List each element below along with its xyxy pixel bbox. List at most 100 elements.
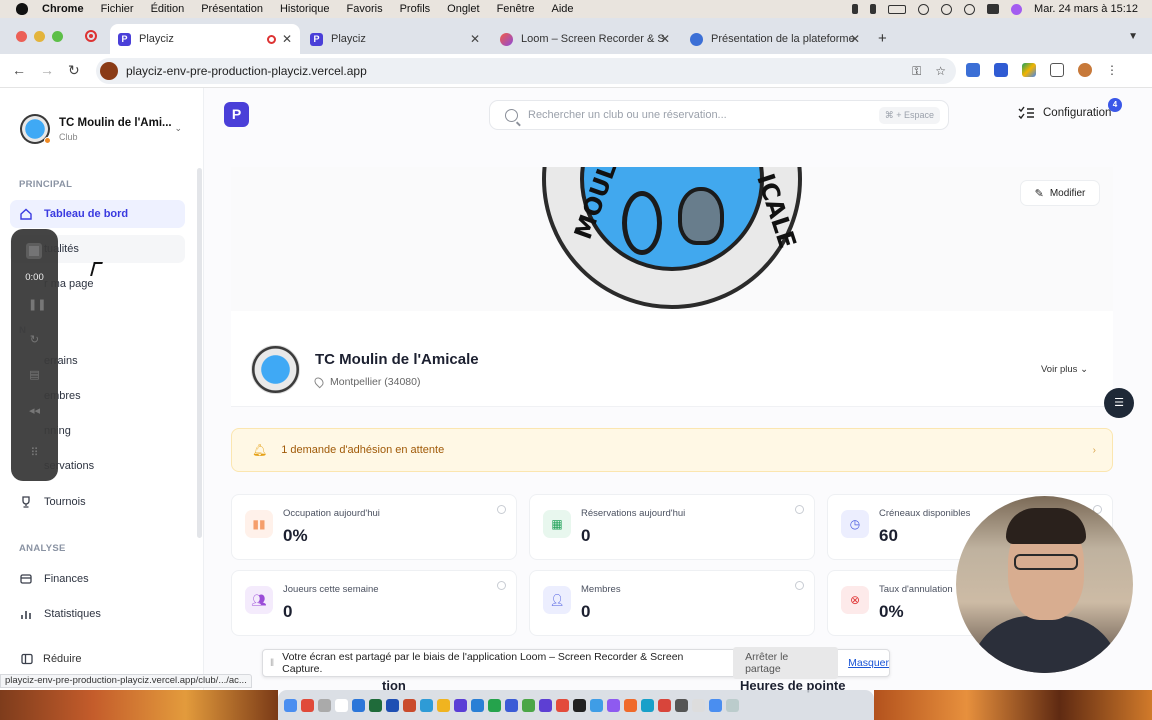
info-icon[interactable]: [795, 505, 804, 514]
control-center-icon[interactable]: [987, 4, 1000, 14]
search-input[interactable]: Rechercher un club ou une réservation...…: [489, 100, 949, 130]
battery-icon[interactable]: [888, 4, 907, 14]
tab-playciz-active[interactable]: P Playciz ✕: [110, 24, 300, 54]
notes-icon[interactable]: [437, 698, 450, 712]
finder-icon[interactable]: [284, 698, 297, 712]
membership-request-alert[interactable]: 🔔︎ 1 demande d'adhésion en attente ›: [231, 428, 1113, 472]
sidebar-item-dashboard[interactable]: Tableau de bord: [10, 200, 185, 228]
menu-app-chrome[interactable]: Chrome: [42, 3, 84, 15]
filter-fab-button[interactable]: ☰: [1104, 388, 1134, 418]
menu-onglet[interactable]: Onglet: [447, 3, 479, 15]
back-arrow-icon[interactable]: ←: [12, 62, 26, 78]
address-bar[interactable]: playciz-env-pre-production-playciz.verce…: [96, 58, 956, 84]
stat-card-occupation[interactable]: ▮▮ Occupation aujourd'hui 0%: [231, 494, 517, 560]
app-icon[interactable]: [573, 698, 586, 712]
delete-icon[interactable]: ▤: [28, 369, 41, 382]
calendar-app-icon[interactable]: [335, 698, 348, 712]
menu-fenetre[interactable]: Fenêtre: [497, 3, 535, 15]
site-info-icon[interactable]: [100, 62, 118, 80]
bitwarden-icon[interactable]: [994, 63, 1008, 77]
new-tab-plus-icon[interactable]: +: [878, 30, 887, 47]
bluetooth-icon[interactable]: [870, 4, 877, 14]
word-icon[interactable]: [386, 698, 399, 712]
tab-loom[interactable]: Loom – Screen Recorder & S ✕: [492, 24, 678, 54]
profile-avatar[interactable]: [1078, 63, 1092, 77]
hide-notice-link[interactable]: Masquer: [848, 657, 889, 669]
folder-icon[interactable]: [709, 698, 722, 712]
tab-close-icon[interactable]: ✕: [660, 32, 670, 46]
sidebar-item-finances[interactable]: Finances: [10, 565, 185, 593]
collapse-arrows-icon[interactable]: ◂◂: [28, 405, 41, 418]
window-minimize-button[interactable]: [34, 31, 45, 42]
menu-presentation[interactable]: Présentation: [201, 3, 263, 15]
app-icon[interactable]: [692, 698, 705, 712]
powerpoint-icon[interactable]: [403, 698, 416, 712]
window-close-button[interactable]: [16, 31, 27, 42]
sidebar-item-statistics[interactable]: Statistiques: [10, 600, 185, 628]
window-zoom-button[interactable]: [52, 31, 63, 42]
password-key-icon[interactable]: ⚿: [912, 64, 921, 79]
collapse-sidebar-button[interactable]: Réduire: [20, 652, 82, 666]
apple-icon[interactable]: [16, 3, 28, 15]
tab-close-icon[interactable]: ✕: [282, 32, 292, 46]
address-url[interactable]: playciz-env-pre-production-playciz.verce…: [126, 64, 367, 78]
menu-fichier[interactable]: Fichier: [101, 3, 134, 15]
stat-card-players[interactable]: 👥︎ Joueurs cette semaine 0: [231, 570, 517, 636]
loom-stop-button[interactable]: [26, 243, 42, 259]
trash-icon[interactable]: [726, 698, 739, 712]
restart-icon[interactable]: ↻: [28, 334, 41, 347]
app-icon[interactable]: [539, 698, 552, 712]
clock-text[interactable]: Mar. 24 mars à 15:12: [1034, 3, 1138, 15]
info-icon[interactable]: [497, 581, 506, 590]
microphone-icon[interactable]: [852, 4, 859, 14]
app-icon[interactable]: [658, 698, 671, 712]
menu-edition[interactable]: Édition: [151, 3, 185, 15]
reload-icon[interactable]: ↻: [68, 62, 80, 79]
webcam-bubble[interactable]: [956, 496, 1133, 673]
sidebar-item-tournaments[interactable]: Tournois: [10, 488, 185, 516]
vscode-icon[interactable]: [471, 698, 484, 712]
settings-icon[interactable]: [318, 698, 331, 712]
whatsapp-icon[interactable]: [488, 698, 501, 712]
user-switch-icon[interactable]: [941, 3, 953, 15]
siri-icon[interactable]: [1011, 3, 1023, 15]
drag-grip-icon[interactable]: ‖: [270, 658, 274, 669]
stat-card-reservations[interactable]: ▦ Réservations aujourd'hui 0: [529, 494, 815, 560]
menu-favoris[interactable]: Favoris: [347, 3, 383, 15]
app-icon[interactable]: [641, 698, 654, 712]
app-icon[interactable]: [675, 698, 688, 712]
info-icon[interactable]: [497, 505, 506, 514]
forward-arrow-icon[interactable]: →: [40, 62, 54, 78]
mail-icon[interactable]: [352, 698, 365, 712]
pause-icon[interactable]: ❚❚: [28, 299, 46, 312]
tab-close-icon[interactable]: ✕: [470, 32, 480, 46]
sidebar-scrollbar[interactable]: [197, 168, 202, 538]
excel-icon[interactable]: [369, 698, 382, 712]
drag-handle-icon[interactable]: ⠿: [28, 447, 41, 460]
app-icon[interactable]: [590, 698, 603, 712]
info-icon[interactable]: [795, 581, 804, 590]
bookmark-star-icon[interactable]: ☆: [935, 64, 946, 79]
app-icon[interactable]: [624, 698, 637, 712]
stop-sharing-button[interactable]: Arrêter le partage: [733, 647, 839, 679]
app-icon[interactable]: [607, 698, 620, 712]
tab-close-icon[interactable]: ✕: [850, 32, 860, 46]
configuration-button[interactable]: Configuration: [1018, 106, 1111, 120]
app-icon[interactable]: [556, 698, 569, 712]
kebab-menu-icon[interactable]: ⋮: [1106, 63, 1118, 77]
edit-cover-button[interactable]: ✎ Modifier: [1020, 180, 1100, 206]
menu-aide[interactable]: Aide: [551, 3, 573, 15]
tab-playciz[interactable]: P Playciz ✕: [302, 24, 488, 54]
extension-icon[interactable]: [966, 63, 980, 77]
menu-historique[interactable]: Historique: [280, 3, 330, 15]
playciz-logo[interactable]: P: [224, 102, 249, 127]
menu-profils[interactable]: Profils: [400, 3, 431, 15]
club-switcher[interactable]: TC Moulin de l'Ami... Club ⌄: [20, 112, 190, 146]
app-store-icon[interactable]: [420, 698, 433, 712]
puzzle-extensions-icon[interactable]: [1050, 63, 1064, 77]
drive-icon[interactable]: [1022, 63, 1036, 77]
app-icon[interactable]: [505, 698, 518, 712]
spotlight-icon[interactable]: [964, 3, 976, 15]
app-icon[interactable]: [522, 698, 535, 712]
wifi-icon[interactable]: [918, 3, 930, 15]
